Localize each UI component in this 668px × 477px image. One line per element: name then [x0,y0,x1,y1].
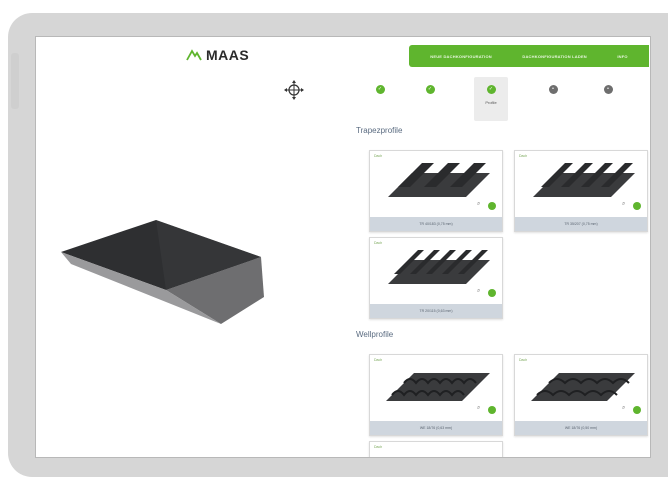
step-indicator-icon: • [603,85,613,94]
profile-card[interactable]: Dach ⌕ TR 40/183 (0,75 mm) [369,150,503,232]
magnifier-icon[interactable]: ⌕ [477,288,480,295]
well-profile-image [531,373,635,401]
step-2[interactable]: ✓ [413,77,447,121]
magnifier-icon[interactable]: ⌕ [622,405,625,412]
header-nav: NEUE DACHKONFIGURATION DACHKONFIGURATION… [409,45,649,67]
select-dot-icon[interactable] [488,289,496,297]
tablet-top-button [66,19,106,33]
magnifier-icon[interactable]: ⌕ [477,201,480,208]
app-screen: MAAS NEUE DACHKONFIGURATION DACHKONFIGUR… [35,36,651,458]
card-caption-bar: TR 35/207 (0,75 mm) [515,217,647,231]
roof-3d-model[interactable] [56,212,336,332]
profile-card[interactable]: Dach [369,441,503,458]
card-caption-bar: TR 40/183 (0,75 mm) [370,217,502,231]
card-caption-bar: WE 18/76 (0,63 mm) [370,421,502,435]
checkmark-icon: ✓ [486,85,496,94]
trapez-profile-image [533,163,635,197]
select-dot-icon[interactable] [488,406,496,414]
section-title-trapezprofile: Trapezprofile [356,126,403,135]
step-profile[interactable]: ✓ Profile [474,77,508,121]
step-4[interactable]: • [536,77,570,121]
well-profile-image [386,373,490,401]
step-5[interactable]: • [591,77,625,121]
select-dot-icon[interactable] [488,202,496,210]
magnifier-icon[interactable]: ⌕ [477,405,480,412]
step-indicator-icon: • [548,85,558,94]
magnifier-icon[interactable]: ⌕ [622,201,625,208]
tablet-top-button [116,19,152,33]
step-profile-label: Profile [485,100,497,105]
profile-card[interactable]: Dach ⌕ WE 18/76 (0,50 mm) [514,354,648,436]
profile-card[interactable]: Dach ⌕ TR 20/115 (0,63 mm) [369,237,503,319]
maas-logo[interactable]: MAAS [186,47,249,63]
trapez-profile-image [388,163,490,197]
select-dot-icon[interactable] [633,202,641,210]
rotate-drag-icon[interactable] [283,79,305,101]
card-caption-bar: TR 20/115 (0,63 mm) [370,304,502,318]
nav-load-configuration[interactable]: DACHKONFIGURATION LADEN [522,54,587,59]
nav-new-configuration[interactable]: NEUE DACHKONFIGURATION [430,54,492,59]
section-title-wellprofile: Wellprofile [356,330,394,339]
well-profile-image [378,452,494,458]
maas-logo-icon [186,49,202,61]
nav-info[interactable]: INFO [617,54,627,59]
logo-text: MAAS [206,47,250,63]
profile-card[interactable]: Dach ⌕ TR 35/207 (0,75 mm) [514,150,648,232]
profile-card[interactable]: Dach ⌕ WE 18/76 (0,63 mm) [369,354,503,436]
tablet-side-button [11,53,19,109]
checkmark-icon: ✓ [425,85,435,94]
step-1[interactable]: ✓ [363,77,397,121]
checkmark-icon: ✓ [375,85,385,94]
card-caption-bar: WE 18/76 (0,50 mm) [515,421,647,435]
trapez-profile-image [388,250,490,284]
select-dot-icon[interactable] [633,406,641,414]
